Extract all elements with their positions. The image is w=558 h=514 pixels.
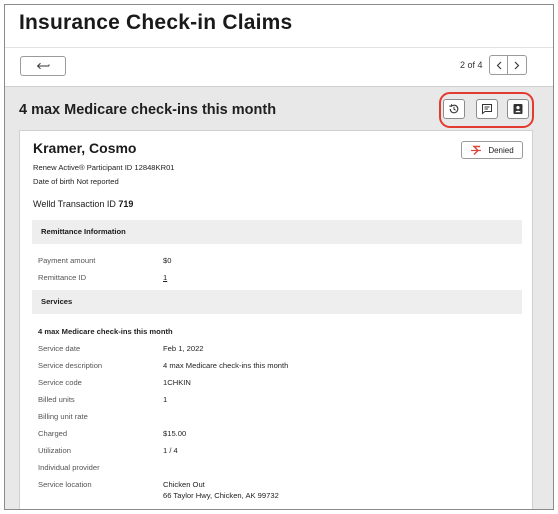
section-heading: 4 max Medicare check-ins this month: [19, 102, 277, 118]
app-window: Insurance Check-in Claims 2 of 4 4 max M…: [4, 4, 554, 510]
remittance-heading: Remittance Information: [41, 227, 126, 236]
next-button[interactable]: [508, 55, 527, 75]
status-badge: Denied: [461, 141, 523, 159]
service-row-label: Billing unit rate: [38, 412, 88, 421]
service-row-value: $15.00: [163, 429, 187, 438]
highlight-annotation: [439, 92, 534, 128]
payment-amount-label: Payment amount: [38, 256, 96, 265]
status-label: Denied: [488, 145, 514, 155]
payment-amount-value: $0: [163, 256, 172, 265]
services-heading: Services: [41, 297, 73, 306]
remittance-header: Remittance Information: [32, 220, 522, 244]
service-row-value: 1 / 4: [163, 446, 178, 455]
service-row-value: 1CHKIN: [163, 378, 191, 387]
transaction-label: Welld Transaction ID: [33, 199, 116, 209]
service-row-value: 4 max Medicare check-ins this month: [163, 361, 289, 370]
service-row-value: 1: [163, 395, 168, 404]
service-row-label: Individual provider: [38, 463, 100, 472]
service-subheading: 4 max Medicare check-ins this month: [38, 327, 173, 336]
service-row-value: Feb 1, 2022: [163, 344, 204, 353]
service-row-label: Charged: [38, 429, 68, 438]
transaction-value: 719: [118, 199, 134, 209]
service-row-label: Billed units: [38, 395, 75, 404]
pager-text: 2 of 4: [460, 60, 483, 70]
previous-button[interactable]: [489, 55, 508, 75]
back-button[interactable]: [20, 56, 66, 76]
service-location-name: Chicken Out: [163, 480, 205, 489]
claim-card: Kramer, Cosmo Renew Active® Participant …: [19, 130, 533, 509]
chevron-right-icon: [514, 61, 520, 69]
service-location-address: 66 Taylor Hwy, Chicken, AK 99732: [163, 491, 279, 500]
participant-name: Kramer, Cosmo: [33, 140, 137, 156]
service-row-label: Utilization: [38, 446, 71, 455]
participant-id: Renew Active® Participant ID 12848KR01: [33, 163, 175, 172]
service-row-label: Service code: [38, 378, 82, 387]
service-row-label: Service location: [38, 480, 92, 489]
chevron-left-icon: [496, 61, 501, 69]
services-header: Services: [32, 290, 522, 314]
header-divider: [5, 47, 553, 48]
back-arrow-icon: [36, 62, 50, 70]
remittance-id-link[interactable]: 1: [163, 272, 167, 283]
service-row-label: Service description: [38, 361, 103, 370]
transaction-id: Welld Transaction ID 719: [33, 199, 133, 209]
service-row-label: Service date: [38, 344, 81, 353]
remittance-id-label: Remittance ID: [38, 273, 87, 282]
date-of-birth: Date of birth Not reported: [33, 177, 119, 186]
denied-icon: [471, 145, 482, 155]
page-title: Insurance Check-in Claims: [19, 11, 293, 34]
